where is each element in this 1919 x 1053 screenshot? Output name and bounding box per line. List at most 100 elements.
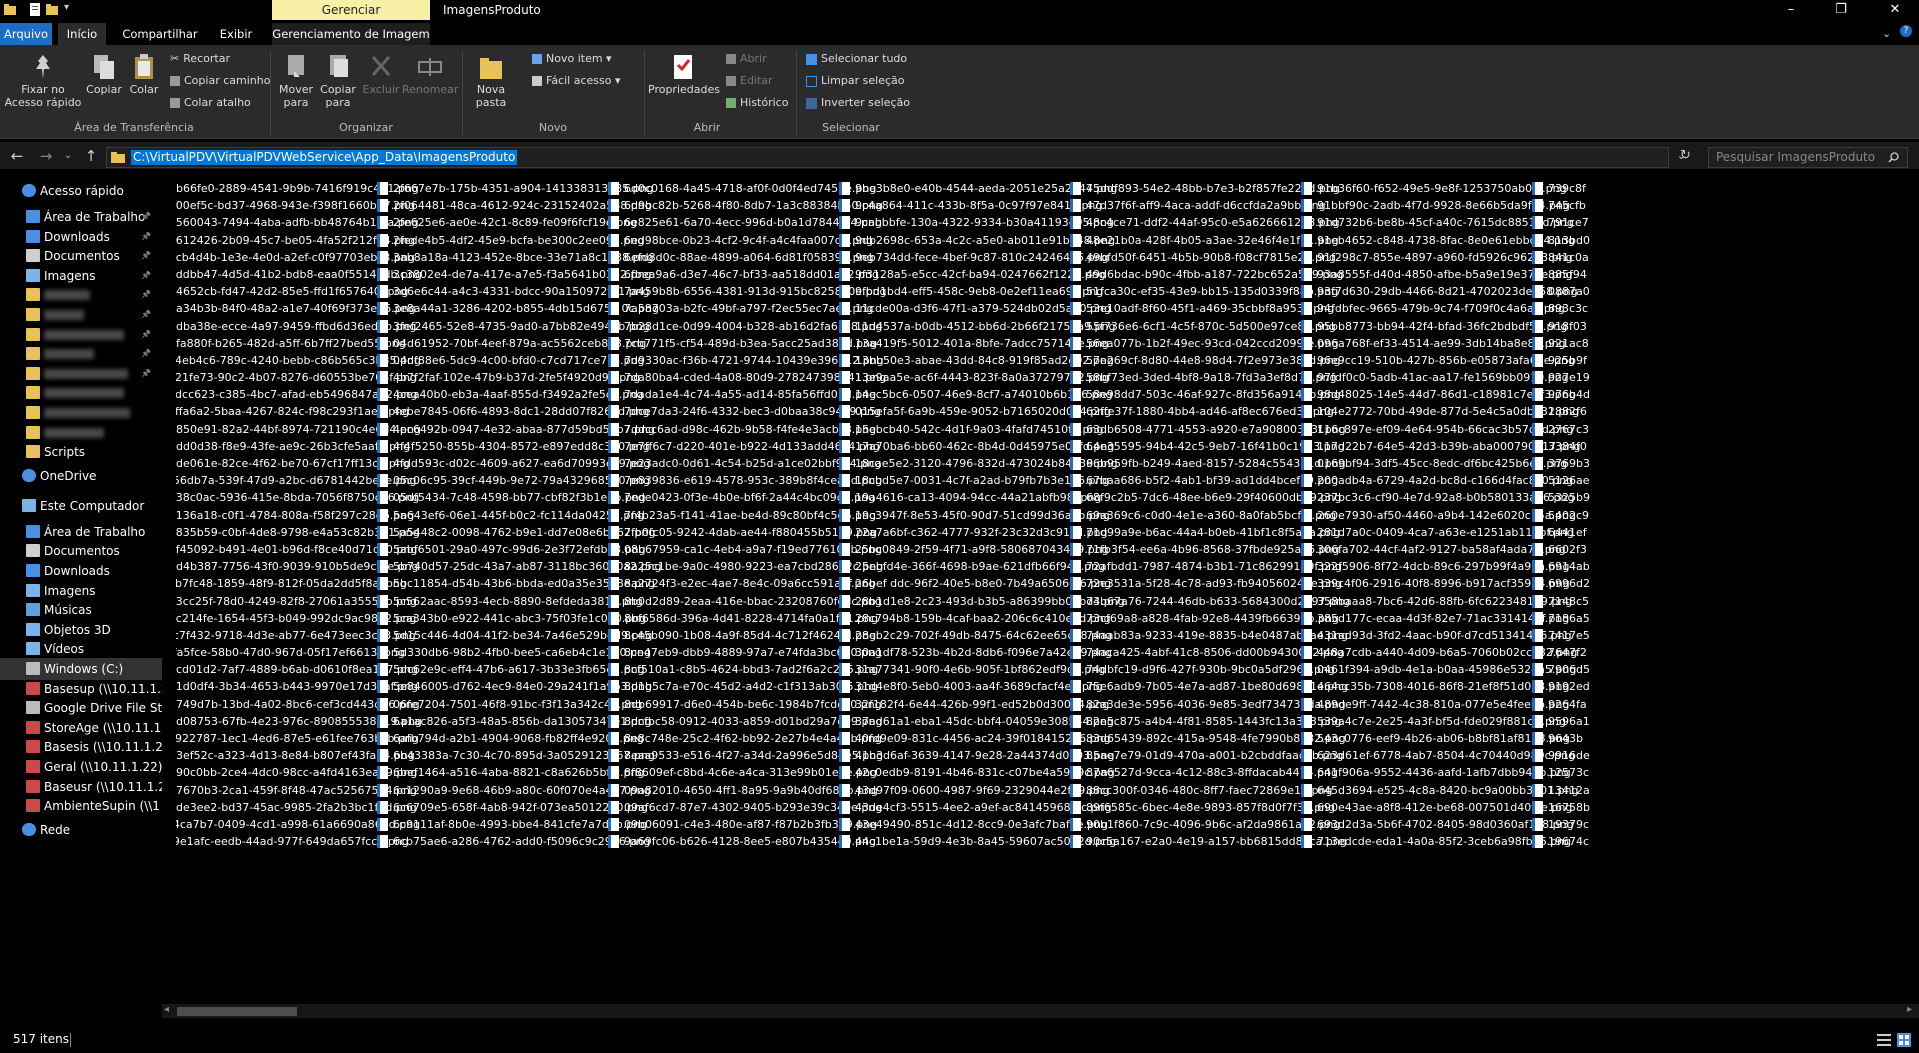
file-item[interactable]: 7417e5 <box>1532 627 1812 644</box>
nav-item[interactable]: Scripts <box>0 441 162 463</box>
file-item[interactable]: 2767c3 <box>1532 421 1812 438</box>
paste-button[interactable]: Colar <box>126 53 162 96</box>
address-path[interactable]: C:\VirtualPDV\VirtualPDVWebService\App_D… <box>131 150 518 165</box>
invert-selection-icon <box>806 97 817 109</box>
file-item[interactable]: 7647f2 <box>1532 644 1812 661</box>
file-item[interactable]: 6996d2 <box>1532 575 1812 592</box>
file-item[interactable]: 841c0a <box>1532 249 1812 266</box>
scrollbar-thumb[interactable] <box>177 1007 297 1016</box>
tab-arquivo[interactable]: Arquivo <box>0 23 52 45</box>
scroll-left-icon[interactable]: ◂ <box>164 1004 169 1015</box>
up-button[interactable]: ↑ <box>82 146 100 166</box>
minimize-button[interactable]: – <box>1768 0 1814 20</box>
nav-item[interactable]: Acesso rápido <box>0 180 162 202</box>
close-button[interactable]: ✕ <box>1872 0 1918 20</box>
file-item[interactable]: 976b4d <box>1532 386 1812 403</box>
nav-item[interactable]: OneDrive <box>0 465 162 487</box>
file-item[interactable]: 739c8f <box>1532 180 1812 197</box>
tab-exibir[interactable]: Exibir <box>212 23 260 45</box>
copy-button[interactable]: Copiar <box>84 53 124 96</box>
file-item[interactable]: 12573c <box>1532 764 1812 781</box>
nav-item[interactable]: AmbienteSupin (\\1 <box>0 795 162 817</box>
file-item[interactable]: 5126ae <box>1532 472 1812 489</box>
horizontal-scrollbar[interactable] <box>162 1004 1919 1018</box>
new-item-button[interactable]: Novo item ▾ <box>532 50 612 68</box>
file-item[interactable]: 9264fa <box>1532 696 1812 713</box>
properties-icon[interactable] <box>29 3 41 16</box>
file-item[interactable]: 893c3c <box>1532 300 1812 317</box>
file-item[interactable]: 9916de <box>1532 747 1812 764</box>
easy-access-button[interactable]: Fácil acesso ▾ <box>532 72 621 90</box>
file-item[interactable]: 16758b <box>1532 799 1812 816</box>
file-item[interactable]: 885f94 <box>1532 266 1812 283</box>
file-item[interactable]: 745cfb <box>1532 197 1812 214</box>
history-button[interactable]: Histórico <box>726 94 788 112</box>
pin-quick-access-button[interactable]: Fixar no Acesso rápido <box>4 53 82 109</box>
file-item[interactable]: 918f03 <box>1532 318 1812 335</box>
file-item[interactable]: 3384f0 <box>1532 438 1812 455</box>
file-item[interactable]: 921ac8 <box>1532 335 1812 352</box>
file-item[interactable]: 19674c <box>1532 833 1812 850</box>
help-icon[interactable]: ? <box>1900 25 1912 37</box>
copy-path-button[interactable]: Copiar caminho <box>170 72 270 90</box>
edit-button[interactable]: Editar <box>726 72 773 90</box>
tab-inicio[interactable]: Início <box>58 23 106 45</box>
file-item[interactable]: 7906d5 <box>1532 661 1812 678</box>
move-to-button[interactable]: Mover para <box>276 53 316 109</box>
file-item[interactable]: 3769b3 <box>1532 455 1812 472</box>
rename-button[interactable]: Renomear <box>402 53 458 96</box>
tab-gerenciamento-imagem[interactable]: Gerenciamento de Imagem <box>272 23 430 45</box>
select-all-button[interactable]: Selecionar tudo <box>806 50 907 68</box>
cut-button[interactable]: ✂ Recortar <box>170 50 230 68</box>
file-item[interactable]: 925b9f <box>1532 352 1812 369</box>
file-name: 9c4a864-411c-433b-8f5a-0c97f97e841b.png <box>855 199 1103 213</box>
nav-item[interactable]: Rede <box>0 819 162 841</box>
delete-button[interactable]: Excluir <box>362 53 400 96</box>
large-icons-view-icon[interactable] <box>1897 1033 1911 1047</box>
search-input[interactable]: Pesquisar ImagensProduto <box>1716 150 1875 164</box>
context-tab-gerenciar[interactable]: Gerenciar <box>272 0 430 20</box>
maximize-button[interactable]: ❐ <box>1818 0 1864 20</box>
file-item[interactable]: 13412a <box>1532 782 1812 799</box>
png-file-icon <box>377 577 388 591</box>
file-item[interactable]: 6602f3 <box>1532 541 1812 558</box>
copy-to-button[interactable]: Copiar para <box>318 53 358 109</box>
png-file-icon <box>608 646 619 660</box>
png-file-icon <box>1301 628 1312 642</box>
file-item[interactable]: 7186a5 <box>1532 610 1812 627</box>
png-file-icon <box>1301 405 1312 419</box>
invert-selection-button[interactable]: Inverter seleção <box>806 94 910 112</box>
new-folder-button[interactable]: Nova pasta <box>468 53 514 109</box>
paste-shortcut-button[interactable]: Colar atalho <box>170 94 251 112</box>
file-item[interactable]: 19379c <box>1532 816 1812 833</box>
file-item[interactable]: 5325b9 <box>1532 489 1812 506</box>
file-item[interactable]: 7148c5 <box>1532 593 1812 610</box>
recent-locations-chevron-down-icon[interactable]: ⌄ <box>62 146 74 166</box>
file-item[interactable]: 927e19 <box>1532 369 1812 386</box>
file-item[interactable]: 0887a0 <box>1532 283 1812 300</box>
nav-item[interactable]: Este Computador <box>0 495 162 517</box>
file-item[interactable]: 6441ef <box>1532 524 1812 541</box>
back-button[interactable]: ← <box>8 146 26 166</box>
details-view-icon[interactable] <box>1877 1033 1891 1047</box>
file-item[interactable]: 813bd0 <box>1532 232 1812 249</box>
collapse-ribbon-icon[interactable]: ⌄ <box>1882 27 1891 40</box>
open-button[interactable]: Abrir <box>726 50 767 68</box>
file-item[interactable]: 9643b <box>1532 730 1812 747</box>
forward-button[interactable]: → <box>37 146 55 166</box>
scroll-right-icon[interactable]: ▸ <box>1907 1004 1912 1015</box>
address-bar[interactable]: C:\VirtualPDV\VirtualPDVWebService\App_D… <box>106 147 1686 168</box>
properties-button[interactable]: Propriedades <box>648 53 720 96</box>
file-item[interactable]: 9192ed <box>1532 678 1812 695</box>
new-folder-icon[interactable] <box>46 3 58 16</box>
select-none-button[interactable]: Limpar seleção <box>806 72 904 90</box>
qat-dropdown-icon[interactable]: ▾ <box>64 2 69 13</box>
file-item[interactable]: 791ce7 <box>1532 214 1812 231</box>
tab-compartilhar[interactable]: Compartilhar <box>118 23 202 45</box>
file-item[interactable]: 9596a1 <box>1532 713 1812 730</box>
file-item[interactable]: 1882f6 <box>1532 403 1812 420</box>
refresh-icon[interactable]: ↻ <box>1680 148 1691 163</box>
search-box[interactable]: Pesquisar ImagensProduto <box>1708 147 1908 168</box>
file-item[interactable]: 5402c9 <box>1532 507 1812 524</box>
file-item[interactable]: 6914ab <box>1532 558 1812 575</box>
